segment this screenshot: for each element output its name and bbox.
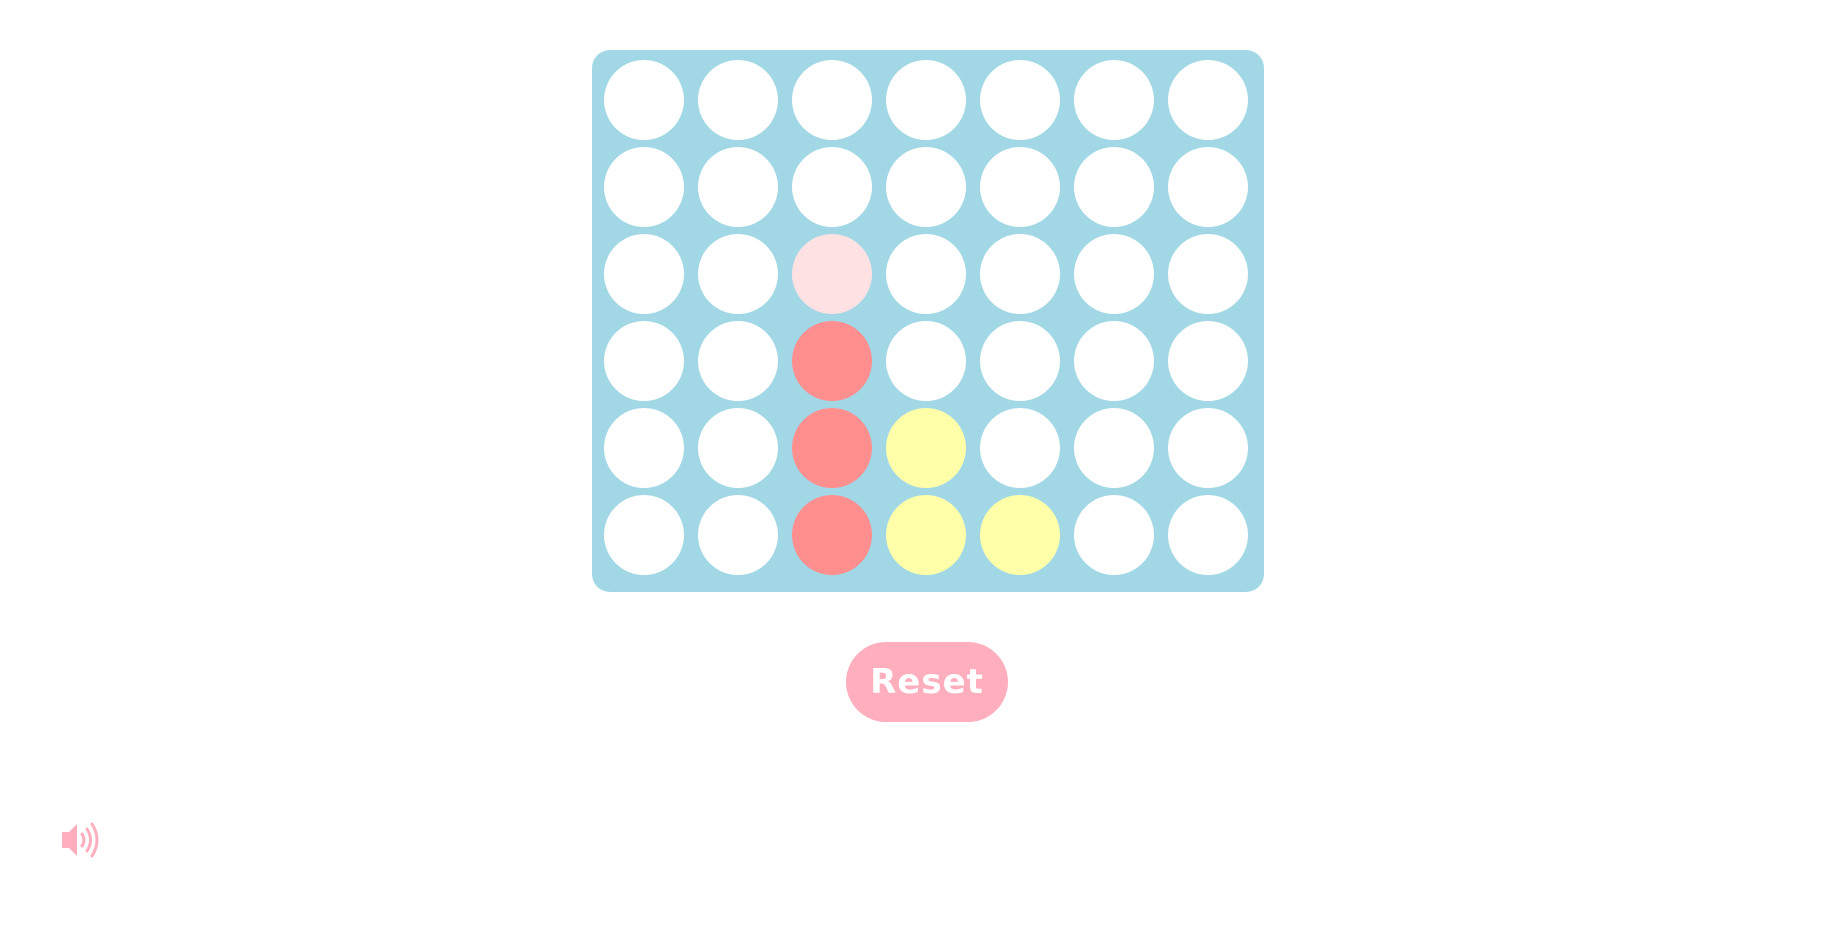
board-slot[interactable] <box>698 60 778 140</box>
board-slot[interactable] <box>698 321 778 401</box>
board-slot[interactable] <box>1074 321 1154 401</box>
board-slot[interactable] <box>1074 147 1154 227</box>
board-slot[interactable] <box>886 60 966 140</box>
game-piece-yellow[interactable] <box>980 495 1060 575</box>
board-slot[interactable] <box>1168 495 1248 575</box>
game-piece-red[interactable] <box>792 408 872 488</box>
board-slot[interactable] <box>604 495 684 575</box>
board-slot[interactable] <box>604 147 684 227</box>
game-piece-red-preview[interactable] <box>792 234 872 314</box>
board-slot[interactable] <box>792 60 872 140</box>
board-slot[interactable] <box>604 234 684 314</box>
board-slot[interactable] <box>980 60 1060 140</box>
board-slot[interactable] <box>1168 60 1248 140</box>
board-slot[interactable] <box>792 147 872 227</box>
board-slot[interactable] <box>980 147 1060 227</box>
board-slot[interactable] <box>698 147 778 227</box>
board-slot[interactable] <box>980 321 1060 401</box>
board-slot[interactable] <box>1168 321 1248 401</box>
board-slot[interactable] <box>604 60 684 140</box>
board-slot[interactable] <box>698 408 778 488</box>
board-slot[interactable] <box>1074 234 1154 314</box>
board-slot[interactable] <box>698 495 778 575</box>
board-slot[interactable] <box>1074 495 1154 575</box>
game-piece-red[interactable] <box>792 495 872 575</box>
board-slot[interactable] <box>1168 234 1248 314</box>
board-slot[interactable] <box>1074 408 1154 488</box>
sound-toggle-button[interactable] <box>58 820 104 860</box>
board-slot[interactable] <box>604 408 684 488</box>
board-slot[interactable] <box>1168 147 1248 227</box>
board-slot[interactable] <box>1168 408 1248 488</box>
reset-button[interactable]: Reset <box>846 642 1008 722</box>
game-board <box>592 50 1264 592</box>
board-slot[interactable] <box>886 234 966 314</box>
board-slot[interactable] <box>604 321 684 401</box>
game-piece-yellow[interactable] <box>886 495 966 575</box>
board-slot[interactable] <box>698 234 778 314</box>
board-slot[interactable] <box>886 321 966 401</box>
board-slot[interactable] <box>980 234 1060 314</box>
board-slot[interactable] <box>1074 60 1154 140</box>
board-slot[interactable] <box>886 147 966 227</box>
reset-button-label: Reset <box>870 662 984 702</box>
game-piece-red[interactable] <box>792 321 872 401</box>
game-piece-yellow[interactable] <box>886 408 966 488</box>
speaker-volume-icon <box>62 822 99 858</box>
board-slot[interactable] <box>980 408 1060 488</box>
